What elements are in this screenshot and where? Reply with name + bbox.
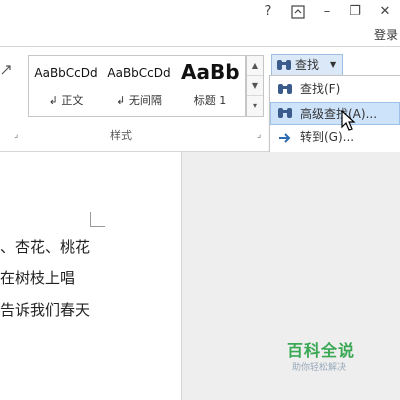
gallery-scroll: ▲ ▼ ▾	[246, 55, 264, 117]
gallery-scroll-up-icon[interactable]: ▲	[247, 56, 263, 76]
help-button[interactable]: ?	[258, 2, 278, 22]
mouse-cursor-icon	[341, 110, 356, 131]
style-normal[interactable]: AaBbCcDd ↲ 正文	[31, 56, 101, 114]
menu-item-label: 查找(F)	[300, 82, 341, 96]
binoculars-icon	[277, 60, 291, 70]
style-sample: AaBbCcDd	[34, 66, 98, 80]
ribbon-display-icon	[291, 5, 305, 19]
clear-formatting-icon[interactable]	[0, 64, 12, 80]
page-margin-mark	[90, 212, 105, 227]
find-button-label: 查找	[295, 58, 320, 72]
style-label: ↲ 正文	[48, 94, 84, 107]
watermark-title: 百科全说	[287, 341, 356, 360]
gallery-more-icon[interactable]: ▾	[247, 96, 263, 115]
document-line: 、杏花、桃花	[0, 238, 91, 256]
ribbon-display-options-button[interactable]	[287, 2, 309, 22]
document-line: 在树枝上唱	[0, 269, 76, 287]
binoculars-icon	[278, 84, 292, 94]
document-page[interactable]: 、杏花、桃花 在树枝上唱 告诉我们春天	[0, 152, 182, 400]
watermark-subtitle: 助你轻松解决	[292, 363, 347, 373]
gallery-scroll-down-icon[interactable]: ▼	[247, 76, 263, 96]
menu-item-find[interactable]: 查找(F)	[270, 78, 400, 101]
dialog-launcher-icon[interactable]: ⌟	[14, 130, 18, 140]
style-label: ↲ 无间隔	[116, 94, 162, 107]
chevron-down-icon[interactable]: ▼	[330, 55, 336, 75]
find-menu: 查找(F) 高级查找(A)... 转到(G)...	[269, 75, 400, 153]
style-sample: AaBb	[181, 60, 240, 84]
close-button[interactable]: ✕	[374, 2, 396, 22]
minimize-button[interactable]: –	[316, 2, 338, 22]
login-link[interactable]: 登录	[374, 26, 398, 43]
document-line: 告诉我们春天	[0, 301, 91, 319]
menu-item-advanced-find[interactable]: 高级查找(A)...	[270, 102, 400, 125]
menu-item-goto[interactable]: 转到(G)...	[270, 126, 400, 149]
style-sample: AaBbCcDd	[107, 66, 171, 80]
binoculars-icon	[278, 108, 292, 118]
styles-dialog-launcher-icon[interactable]: ⌟	[257, 130, 261, 140]
restore-button[interactable]: ❐	[344, 2, 366, 22]
style-label: 标题 1	[193, 94, 227, 107]
find-button[interactable]: 查找 ▼	[271, 54, 343, 76]
styles-group-label: 样式	[110, 129, 132, 142]
styles-gallery: AaBbCcDd ↲ 正文 AaBbCcDd ↲ 无间隔 AaBb 标题 1	[28, 55, 246, 117]
style-no-spacing[interactable]: AaBbCcDd ↲ 无间隔	[103, 56, 175, 114]
menu-item-label: 高级查找(A)...	[300, 107, 378, 121]
style-heading-1[interactable]: AaBb 标题 1	[177, 56, 243, 114]
arrow-right-icon	[279, 133, 291, 143]
